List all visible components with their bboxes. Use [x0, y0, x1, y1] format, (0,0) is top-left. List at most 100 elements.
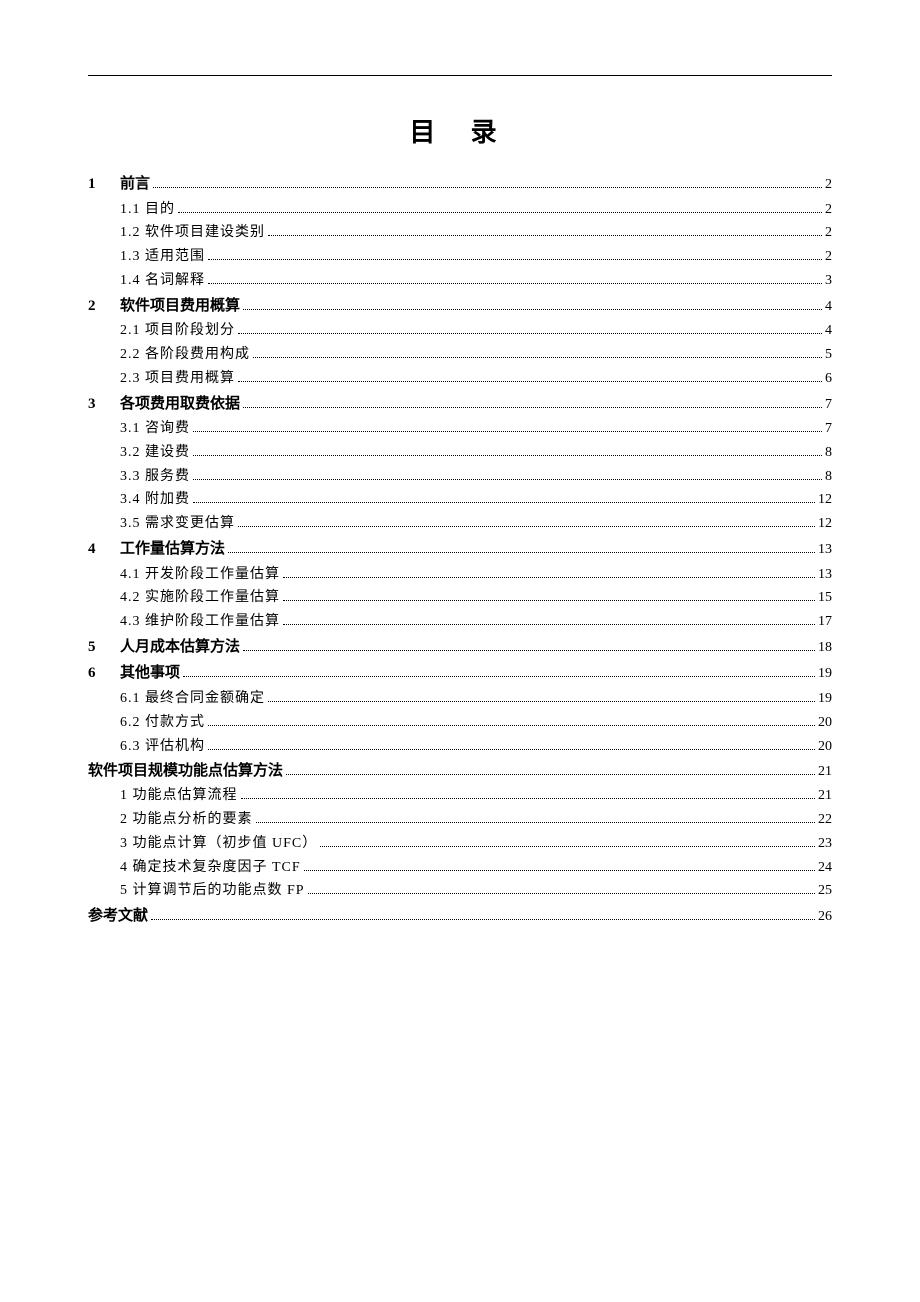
- toc-entry-page: 23: [818, 832, 832, 856]
- toc-entry: 1.1 目的 2: [88, 198, 832, 222]
- toc-entry-label: 2.1 项目阶段划分: [120, 319, 235, 343]
- toc-leader-dots: [286, 774, 815, 775]
- toc-entry: 3.1 咨询费7: [88, 417, 832, 441]
- toc-leader-dots: [178, 212, 822, 213]
- toc-entry-label: 3 功能点计算（初步值 UFC）: [120, 832, 317, 856]
- toc-entry-number: 6: [88, 661, 120, 687]
- toc-entry-number: 1: [88, 172, 120, 198]
- toc-entry: 3.3 服务费 8: [88, 465, 832, 489]
- toc-entry-label: 5 计算调节后的功能点数 FP: [120, 879, 305, 903]
- toc-leader-dots: [238, 333, 822, 334]
- toc-entry-page: 12: [818, 488, 832, 512]
- toc-entry-page: 15: [818, 586, 832, 610]
- toc-leader-dots: [243, 309, 822, 310]
- toc-entry: 2.1 项目阶段划分 4: [88, 319, 832, 343]
- toc-leader-dots: [243, 407, 822, 408]
- toc-entry-label: 4 确定技术复杂度因子 TCF: [120, 856, 301, 880]
- toc-entry-label: 1.1 目的: [120, 198, 175, 222]
- toc-entry-label: 6.1 最终合同金额确定: [120, 687, 265, 711]
- toc-entry: 3.5 需求变更估算 12: [88, 512, 832, 536]
- toc-entry-label: 4.2 实施阶段工作量估算: [120, 586, 280, 610]
- toc-entry: 软件项目规模功能点估算方法 21: [88, 758, 832, 784]
- toc-leader-dots: [253, 357, 822, 358]
- toc-entry-page: 4: [825, 295, 832, 319]
- toc-leader-dots: [183, 676, 815, 677]
- toc-leader-dots: [153, 187, 822, 188]
- toc-entry-page: 26: [818, 905, 832, 929]
- toc-entry-page: 17: [818, 610, 832, 634]
- toc-entry: 2软件项目费用概算4: [88, 293, 832, 320]
- toc-entry: 4工作量估算方法13: [88, 536, 832, 563]
- toc-entry-page: 8: [825, 465, 832, 489]
- toc-entry-label: 3.3 服务费: [120, 465, 190, 489]
- toc-entry-page: 20: [818, 735, 832, 759]
- toc-entry-page: 2: [825, 245, 832, 269]
- toc-leader-dots: [243, 650, 815, 651]
- toc-entry-page: 5: [825, 343, 832, 367]
- toc-entry: 1 功能点估算流程21: [88, 784, 832, 808]
- toc-entry-number: 3: [88, 392, 120, 418]
- toc-entry: 4 确定技术复杂度因子 TCF 24: [88, 856, 832, 880]
- toc-entry-page: 2: [825, 173, 832, 197]
- toc-entry: 1.4 名词解释3: [88, 269, 832, 293]
- toc-entry-page: 21: [818, 760, 832, 784]
- toc-entry-number: 2: [88, 294, 120, 320]
- toc-entry: 5人月成本估算方法18: [88, 634, 832, 661]
- toc-leader-dots: [228, 552, 815, 553]
- toc-entry-page: 19: [818, 662, 832, 686]
- toc-entry-label: 其他事项: [120, 660, 180, 686]
- toc-entry-page: 2: [825, 198, 832, 222]
- toc-leader-dots: [193, 455, 822, 456]
- toc-entry: 2.2 各阶段费用构成 5: [88, 343, 832, 367]
- toc-entry-label: 工作量估算方法: [120, 536, 225, 562]
- toc-entry: 1.3 适用范围 2: [88, 245, 832, 269]
- toc-entry-label: 人月成本估算方法: [120, 634, 240, 660]
- table-of-contents: 1前言21.1 目的21.2 软件项目建设类别21.3 适用范围21.4 名词解…: [88, 171, 832, 929]
- toc-entry: 3 功能点计算（初步值 UFC） 23: [88, 832, 832, 856]
- toc-leader-dots: [283, 577, 815, 578]
- toc-entry-label: 3.4 附加费: [120, 488, 190, 512]
- toc-entry-page: 19: [818, 687, 832, 711]
- toc-entry-label: 6.3 评估机构: [120, 735, 205, 759]
- toc-leader-dots: [320, 846, 815, 847]
- toc-entry: 3各项费用取费依据 7: [88, 391, 832, 418]
- toc-entry-label: 前言: [120, 171, 150, 197]
- toc-leader-dots: [238, 381, 822, 382]
- toc-entry-page: 3: [825, 269, 832, 293]
- toc-entry-label: 1.2 软件项目建设类别: [120, 221, 265, 245]
- toc-entry-label: 3.2 建设费: [120, 441, 190, 465]
- toc-entry-label: 2.2 各阶段费用构成: [120, 343, 250, 367]
- toc-entry: 5 计算调节后的功能点数 FP25: [88, 879, 832, 903]
- toc-leader-dots: [193, 479, 822, 480]
- toc-leader-dots: [151, 919, 815, 920]
- toc-entry-page: 21: [818, 784, 832, 808]
- toc-leader-dots: [308, 893, 815, 894]
- toc-entry-label: 1.3 适用范围: [120, 245, 205, 269]
- toc-entry: 1.2 软件项目建设类别2: [88, 221, 832, 245]
- toc-entry-label: 4.1 开发阶段工作量估算: [120, 563, 280, 587]
- toc-title: 目 录: [88, 112, 832, 149]
- toc-entry: 4.3 维护阶段工作量估算17: [88, 610, 832, 634]
- toc-leader-dots: [256, 822, 816, 823]
- toc-entry-page: 4: [825, 319, 832, 343]
- toc-entry-page: 12: [818, 512, 832, 536]
- toc-leader-dots: [208, 259, 822, 260]
- toc-entry: 1前言 2: [88, 171, 832, 198]
- toc-entry-page: 7: [825, 393, 832, 417]
- toc-entry-label: 2 功能点分析的要素: [120, 808, 253, 832]
- toc-entry: 2.3 项目费用概算6: [88, 367, 832, 391]
- toc-entry-number: 4: [88, 537, 120, 563]
- toc-entry-label: 软件项目规模功能点估算方法: [88, 758, 283, 784]
- toc-entry-label: 3.5 需求变更估算: [120, 512, 235, 536]
- toc-entry: 参考文献26: [88, 903, 832, 929]
- toc-entry: 6.2 付款方式20: [88, 711, 832, 735]
- toc-entry: 4.2 实施阶段工作量估算 15: [88, 586, 832, 610]
- toc-entry-page: 6: [825, 367, 832, 391]
- toc-entry-number: 5: [88, 635, 120, 661]
- toc-entry-page: 24: [818, 856, 832, 880]
- toc-entry-page: 7: [825, 417, 832, 441]
- toc-leader-dots: [238, 526, 815, 527]
- toc-entry-label: 各项费用取费依据: [120, 391, 240, 417]
- toc-entry: 3.2 建设费8: [88, 441, 832, 465]
- toc-leader-dots: [283, 624, 815, 625]
